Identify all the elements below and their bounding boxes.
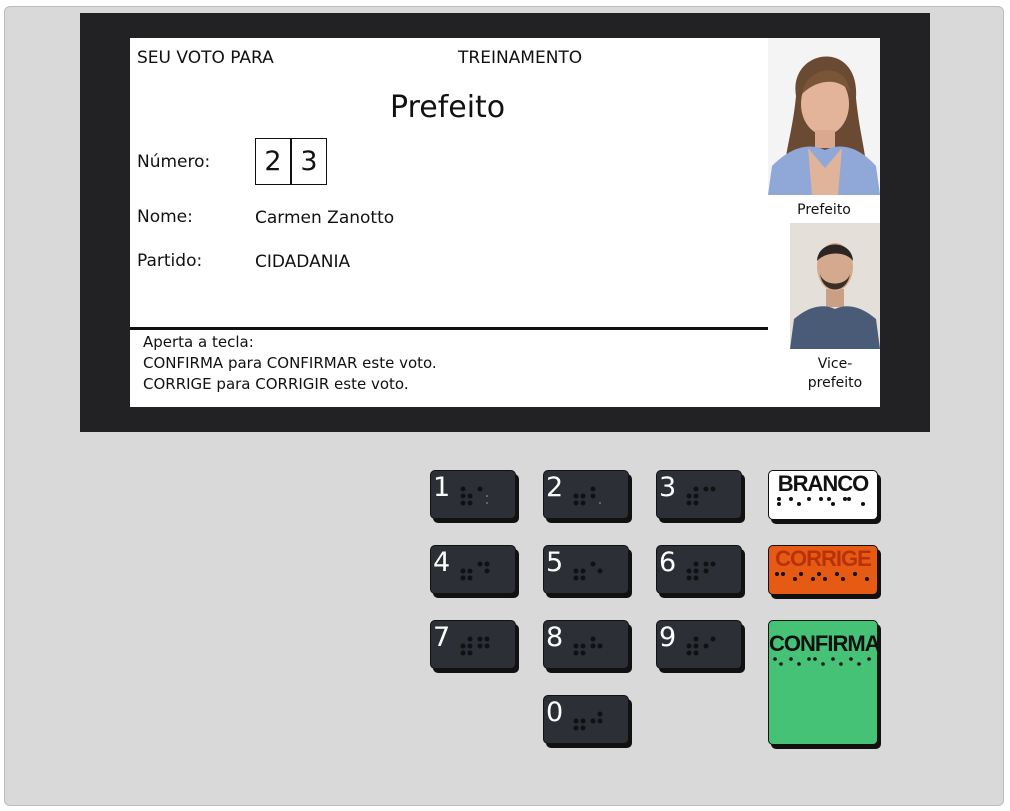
braille-dots-icon (686, 636, 716, 656)
vice-caption-line-2: prefeito (807, 375, 863, 391)
braille-dots-icon (460, 561, 490, 581)
number-digit-1: 2 (255, 138, 291, 185)
braille-dots-icon (777, 497, 865, 506)
braille-dots-icon (573, 636, 603, 656)
confirma-label: CONFIRMA (769, 631, 881, 656)
key-3-label: 3 (659, 472, 677, 503)
key-9-label: 9 (659, 622, 677, 653)
corrige-button[interactable]: CORRIGE (768, 545, 878, 595)
key-7-label: 7 (433, 622, 451, 653)
key-5[interactable]: 5 (543, 545, 629, 594)
braille-dots-icon (686, 486, 716, 506)
number-digit-2: 3 (291, 138, 327, 185)
instructions-line-1: Aperta a tecla: (143, 333, 254, 351)
key-7[interactable]: 7 (430, 620, 516, 669)
name-label: Nome: (137, 207, 193, 227)
braille-dots-icon (460, 486, 488, 506)
vice-caption-line-1: Vice- (817, 356, 853, 372)
candidate-name: Carmen Zanotto (255, 208, 395, 228)
key-1[interactable]: 1 (430, 470, 516, 519)
braille-dots-icon (573, 486, 601, 506)
braille-dots-icon (573, 561, 603, 581)
corrige-label: CORRIGE (775, 546, 872, 571)
key-2-label: 2 (546, 472, 564, 503)
branco-button[interactable]: BRANCO (768, 470, 878, 520)
braille-dots-icon (460, 636, 490, 656)
key-6[interactable]: 6 (656, 545, 742, 594)
key-4[interactable]: 4 (430, 545, 516, 594)
key-6-label: 6 (659, 547, 677, 578)
key-8-label: 8 (546, 622, 564, 653)
key-0[interactable]: 0 (543, 695, 629, 744)
key-4-label: 4 (433, 547, 451, 578)
key-5-label: 5 (546, 547, 564, 578)
key-8[interactable]: 8 (543, 620, 629, 669)
confirma-button[interactable]: CONFIRMA (768, 620, 881, 745)
key-9[interactable]: 9 (656, 620, 742, 669)
instructions-line-3: CORRIGE para CORRIGIR este voto. (143, 375, 409, 393)
key-3[interactable]: 3 (656, 470, 742, 519)
braille-dots-icon (686, 561, 716, 581)
mayor-photo (768, 38, 880, 195)
number-label: Número: (137, 152, 211, 172)
office-title: Prefeito (390, 90, 506, 125)
key-2[interactable]: 2 (543, 470, 629, 519)
header-label: SEU VOTO PARA (137, 48, 274, 68)
instructions-divider (130, 327, 768, 330)
branco-label: BRANCO (777, 471, 870, 496)
mayor-caption: Prefeito (797, 202, 851, 218)
vice-mayor-photo (790, 223, 880, 349)
party-label: Partido: (137, 251, 203, 271)
party-name: CIDADANIA (255, 252, 351, 272)
instructions-line-2: CONFIRMA para CONFIRMAR este voto. (143, 354, 437, 372)
ballot-screen: SEU VOTO PARA TREINAMENTO Prefeito Númer… (130, 38, 880, 407)
key-1-label: 1 (433, 472, 451, 503)
braille-dots-icon (773, 657, 871, 666)
braille-dots-icon (775, 572, 869, 581)
mode-label: TREINAMENTO (458, 48, 583, 68)
braille-dots-icon (573, 711, 603, 731)
key-0-label: 0 (546, 697, 564, 728)
